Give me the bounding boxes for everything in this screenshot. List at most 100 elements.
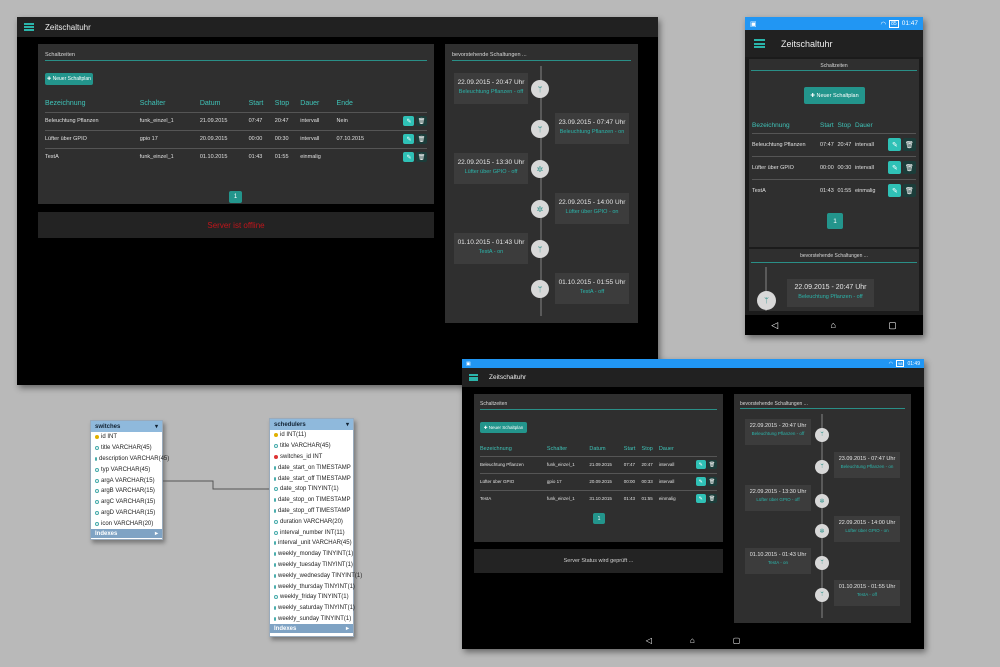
col-date: Datum [199, 100, 221, 108]
menu-icon[interactable] [24, 23, 34, 31]
edit-icon[interactable]: ✎ [888, 138, 902, 151]
notification-icon: ▣ [466, 360, 471, 367]
col-start: Start [820, 122, 834, 130]
db-field: icon VARCHAR(20) [91, 518, 162, 529]
trash-icon[interactable]: 🗑 [416, 152, 427, 163]
cell-date: 01.10.2015 [199, 147, 249, 166]
phone-status-bar: ▣ ◠ 85 01:47 [745, 17, 923, 30]
timeline-item: 01.10.2015 - 01:55 Uhr TestA - off [555, 273, 629, 304]
edit-icon[interactable]: ✎ [695, 477, 706, 486]
cell-switch: gpio 17 [546, 472, 590, 490]
timeline-name: TestA - off [857, 592, 877, 597]
phone-new-plan-label: Neuer Schaltplan [816, 92, 859, 99]
cell-duration: intervall [854, 155, 881, 179]
table-row: TestA funk_einzel_1 01.10.2015 01:43 01:… [45, 147, 427, 166]
cell-switch: gpio 17 [139, 129, 200, 148]
timeline-name: TestA - off [579, 289, 605, 295]
db-field: weekly_saturday TINYINT(1) [270, 603, 355, 614]
home-icon[interactable]: ⌂ [830, 320, 835, 330]
col-name: Bezeichnung [752, 122, 790, 130]
recents-icon[interactable]: ▢ [733, 636, 741, 645]
tablet-new-plan-button[interactable]: ✚ Neuer Schaltplan [480, 422, 527, 433]
home-icon[interactable]: ⌂ [690, 636, 695, 645]
edit-icon[interactable]: ✎ [403, 116, 415, 126]
server-offline-text: Server ist offline [207, 220, 265, 230]
cell-start: 01:43 [623, 489, 642, 507]
back-icon[interactable]: ◁ [646, 636, 652, 645]
timeline-item: 01.10.2015 - 01:43 Uhr TestA - on [745, 548, 811, 574]
new-plan-button[interactable]: ✚ Neuer Schaltplan [45, 73, 93, 85]
col-duration: Dauer [854, 122, 873, 130]
schedules-title-underline [45, 60, 427, 61]
timeline-name: Beleuchtung Pflanzen - off [458, 89, 524, 95]
trash-icon[interactable]: 🗑 [416, 116, 427, 126]
phone-new-plan-button[interactable]: ✚ Neuer Schaltplan [804, 87, 865, 104]
trash-icon[interactable]: 🗑 [707, 460, 717, 469]
timeline-name: TestA - on [478, 249, 504, 255]
col-switch: Schalter [546, 445, 568, 452]
edit-icon[interactable]: ✎ [403, 152, 415, 163]
battery-icon: 85 [889, 19, 899, 28]
trash-icon[interactable]: 🗑 [903, 138, 916, 151]
timeline-datetime: 01.10.2015 - 01:55 Uhr [838, 584, 896, 590]
trash-icon[interactable]: 🗑 [903, 161, 916, 174]
timeline-name: Beleuchtung Pflanzen - on [559, 129, 625, 135]
back-icon[interactable]: ◁ [771, 320, 778, 331]
radio-tower-icon: ᛘ [531, 280, 549, 298]
trash-icon[interactable]: 🗑 [707, 494, 717, 504]
recents-icon[interactable]: ▢ [888, 320, 897, 331]
phone-page-button[interactable]: 1 [827, 213, 843, 229]
menu-icon[interactable] [469, 374, 478, 381]
db-field: date_stop_on TIMESTAMP [270, 495, 353, 506]
timeline-item: 22.09.2015 - 14:00 Uhr Lüfter über GPIO … [555, 193, 629, 224]
col-end: Ende [336, 100, 353, 108]
fan-icon: ✲ [815, 494, 829, 508]
db-field: interval_unit VARCHAR(45) [270, 538, 353, 549]
timeline-item: 22.09.2015 - 13:30 Uhr Lüfter über GPIO … [745, 485, 811, 511]
edit-icon[interactable]: ✎ [695, 460, 706, 469]
timeline-datetime: 22.09.2015 - 20:47 Uhr [794, 284, 867, 291]
fan-icon: ✲ [531, 200, 549, 218]
trash-icon[interactable]: 🗑 [903, 184, 916, 198]
server-status-bar: Server ist offline [38, 212, 434, 238]
tablet-page-button[interactable]: 1 [593, 513, 605, 524]
edit-icon[interactable]: ✎ [403, 134, 415, 144]
db-field: title VARCHAR(45) [91, 443, 162, 454]
radio-tower-icon: ᛘ [531, 120, 549, 138]
cell-duration: intervall [658, 472, 685, 490]
timeline-datetime: 01.10.2015 - 01:43 Uhr [457, 239, 525, 246]
tablet-schedules-table: Bezeichnung Schalter Datum Start Stop Da… [480, 442, 717, 507]
db-field: duration VARCHAR(20) [270, 516, 353, 527]
cell-start: 07:47 [248, 111, 275, 130]
db-table-switches: switches ▾ id INT title VARCHAR(45) descr… [90, 420, 169, 540]
radio-tower-icon: ᛘ [815, 556, 829, 570]
edit-icon[interactable]: ✎ [888, 184, 902, 198]
edit-icon[interactable]: ✎ [888, 161, 902, 174]
timeline-datetime: 01.10.2015 - 01:55 Uhr [558, 279, 626, 286]
cell-name: Beleuchtung Pflanzen [752, 132, 820, 156]
db-table-title: schedulers [274, 421, 306, 428]
cell-end [336, 147, 386, 166]
db-field: argC VARCHAR(15) [91, 497, 162, 508]
trash-icon[interactable]: 🗑 [416, 134, 427, 144]
edit-icon[interactable]: ✎ [695, 494, 706, 504]
cell-duration: intervall [300, 129, 337, 148]
timeline-name: TestA - on [767, 560, 788, 565]
app-title: Zeitschaltuhr [45, 22, 91, 32]
timeline-datetime: 01.10.2015 - 01:43 Uhr [749, 552, 807, 558]
cell-name: TestA [480, 489, 547, 507]
page-button[interactable]: 1 [229, 191, 242, 203]
db-field: date_start_off TIMESTAMP [270, 473, 353, 484]
col-switch: Schalter [139, 100, 166, 108]
cell-duration: einmalig [658, 489, 685, 507]
cell-start: 00:00 [248, 129, 275, 148]
trash-icon[interactable]: 🗑 [707, 477, 717, 486]
db-relation-line [163, 480, 271, 490]
tablet-upcoming-card: bevorstehende Schaltungen ... 22.09.2015… [734, 394, 911, 623]
menu-icon[interactable] [754, 39, 765, 48]
db-field: title VARCHAR(45) [270, 441, 353, 452]
radio-tower-icon: ᛘ [757, 291, 776, 310]
phone-clock: 01:47 [901, 20, 918, 27]
cell-stop: 01:55 [641, 489, 659, 507]
timeline-name: Lüfter über GPIO - on [565, 209, 619, 215]
